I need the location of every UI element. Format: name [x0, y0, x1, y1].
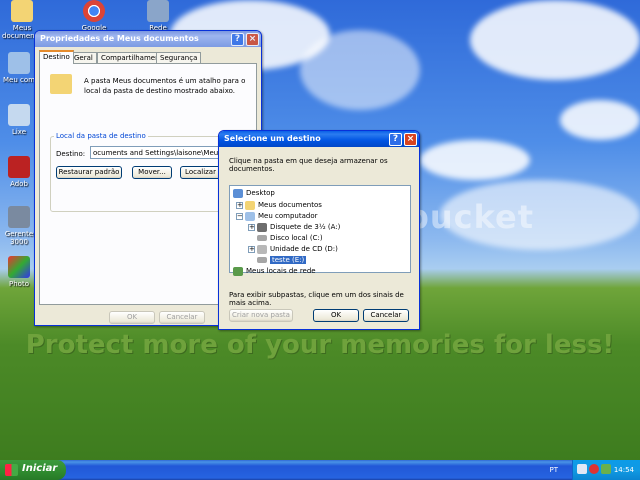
antivirus-icon[interactable]: [589, 464, 599, 474]
desktop-icon-label: Adob: [10, 180, 28, 188]
desktop-icon-adobe[interactable]: Adob: [2, 156, 36, 188]
desktop-icon-label: Lixe: [11, 128, 27, 136]
cloud: [470, 0, 640, 80]
desktop-icon-photo[interactable]: Photo: [2, 256, 36, 288]
cloud: [300, 30, 420, 110]
computer-icon: [8, 52, 30, 74]
network-tray-icon[interactable]: [601, 464, 611, 474]
tab-seguranca[interactable]: Segurança: [156, 52, 202, 63]
drive-icon: [257, 257, 267, 263]
expand-toggle[interactable]: +: [236, 202, 243, 209]
tree-item-floppy[interactable]: Disquete de 3½ (A:): [257, 222, 340, 232]
close-button[interactable]: ×: [404, 133, 417, 146]
desktop-icon-label: Gerente 3000: [4, 230, 34, 246]
cancel-button[interactable]: Cancelar: [363, 309, 409, 322]
desktop-icon-label: Meu com: [3, 76, 35, 84]
folder-icon: [11, 0, 33, 22]
windows-logo-icon: [5, 464, 18, 476]
floppy-icon: [257, 222, 267, 232]
tree-item-my-documents[interactable]: Meus documentos: [245, 200, 322, 210]
cancel-button[interactable]: Cancelar: [159, 311, 205, 324]
help-button[interactable]: ?: [231, 33, 244, 46]
tree-item-label: Desktop: [246, 189, 275, 197]
tree-item-label: Disco local (C:): [270, 234, 323, 242]
clock[interactable]: 14:54: [614, 466, 634, 474]
ad-banner: Protect more of your memories for less!: [25, 330, 615, 360]
tree-item-label: Disquete de 3½ (A:): [270, 223, 341, 231]
dialog-title: Selecione um destino: [224, 134, 321, 143]
new-folder-button[interactable]: Criar nova pasta: [229, 309, 293, 322]
desktop-icon-my-computer[interactable]: Meu com: [2, 52, 36, 84]
tab-geral[interactable]: Geral: [70, 52, 97, 63]
chrome-icon: [83, 0, 105, 22]
photo-icon: [8, 256, 30, 278]
network-icon: [147, 0, 169, 22]
group-label: Local da pasta de destino: [54, 132, 148, 140]
desktop-icon: [233, 188, 243, 198]
tree-item-label: Unidade de CD (D:): [270, 245, 338, 253]
cloud: [560, 100, 640, 140]
computer-icon: [245, 211, 255, 221]
language-indicator[interactable]: PT: [550, 466, 559, 474]
restore-default-button[interactable]: Restaurar padrão: [56, 166, 122, 179]
network-places-icon: [233, 266, 243, 276]
app-icon: [8, 206, 30, 228]
start-button[interactable]: Iniciar: [0, 460, 66, 480]
close-button[interactable]: ×: [246, 33, 259, 46]
description: A pasta Meus documentos é um atalho para…: [84, 77, 246, 95]
expand-toggle[interactable]: +: [248, 246, 255, 253]
desktop-icon-label: Photo: [9, 280, 29, 288]
tree-item-network-places[interactable]: Meus locais de rede: [233, 266, 316, 276]
tree-item-desktop[interactable]: Desktop: [233, 188, 275, 198]
collapse-toggle[interactable]: −: [236, 213, 243, 220]
properties-titlebar[interactable]: Propriedades de Meus documentos ? ×: [35, 31, 261, 47]
cloud: [420, 140, 530, 180]
ok-button[interactable]: OK: [109, 311, 155, 324]
cd-drive-icon: [257, 244, 267, 254]
folder-icon: [50, 74, 72, 94]
start-label: Iniciar: [22, 463, 58, 474]
tree-item-my-computer[interactable]: Meu computador: [245, 211, 317, 221]
tree-item-cd-drive[interactable]: Unidade de CD (D:): [257, 244, 338, 254]
tree-item-teste[interactable]: teste (E:): [257, 255, 307, 265]
volume-icon[interactable]: [577, 464, 587, 474]
adobe-icon: [8, 156, 30, 178]
desktop-icon-network[interactable]: Rede: [138, 0, 178, 32]
drive-icon: [257, 235, 267, 241]
desktop-icon-app[interactable]: Gerente 3000: [2, 206, 36, 246]
instruction-text: Clique na pasta em que deseja armazenar …: [229, 157, 388, 173]
tree-item-local-disk[interactable]: Disco local (C:): [257, 233, 323, 243]
tab-destino[interactable]: Destino: [39, 50, 74, 64]
taskbar: Iniciar PT 14:54: [0, 460, 640, 480]
expand-toggle[interactable]: +: [248, 224, 255, 231]
dialog-titlebar[interactable]: Selecione um destino ? ×: [219, 131, 419, 147]
tree-item-label: teste (E:): [270, 256, 307, 264]
desktop-icon-recycle-bin[interactable]: Lixe: [2, 104, 36, 136]
folder-tree[interactable]: Desktop + Meus documentos − Meu computad…: [229, 185, 411, 276]
recycle-bin-icon: [8, 104, 30, 126]
ok-button[interactable]: OK: [313, 309, 359, 322]
dest-label: Destino:: [56, 150, 86, 158]
tree-item-label: Meus locais de rede: [246, 267, 316, 275]
window-title: Propriedades de Meus documentos: [40, 34, 199, 43]
move-button[interactable]: Mover...: [132, 166, 172, 179]
system-tray: 14:54: [572, 460, 640, 480]
hint-text: Para exibir subpastas, clique em um dos …: [229, 291, 404, 307]
folder-icon: [245, 200, 255, 210]
help-button[interactable]: ?: [389, 133, 402, 146]
tree-item-label: Meus documentos: [258, 201, 322, 209]
tree-item-label: Meu computador: [258, 212, 318, 220]
select-destination-dialog: Selecione um destino ? × Clique na pasta…: [218, 130, 420, 330]
